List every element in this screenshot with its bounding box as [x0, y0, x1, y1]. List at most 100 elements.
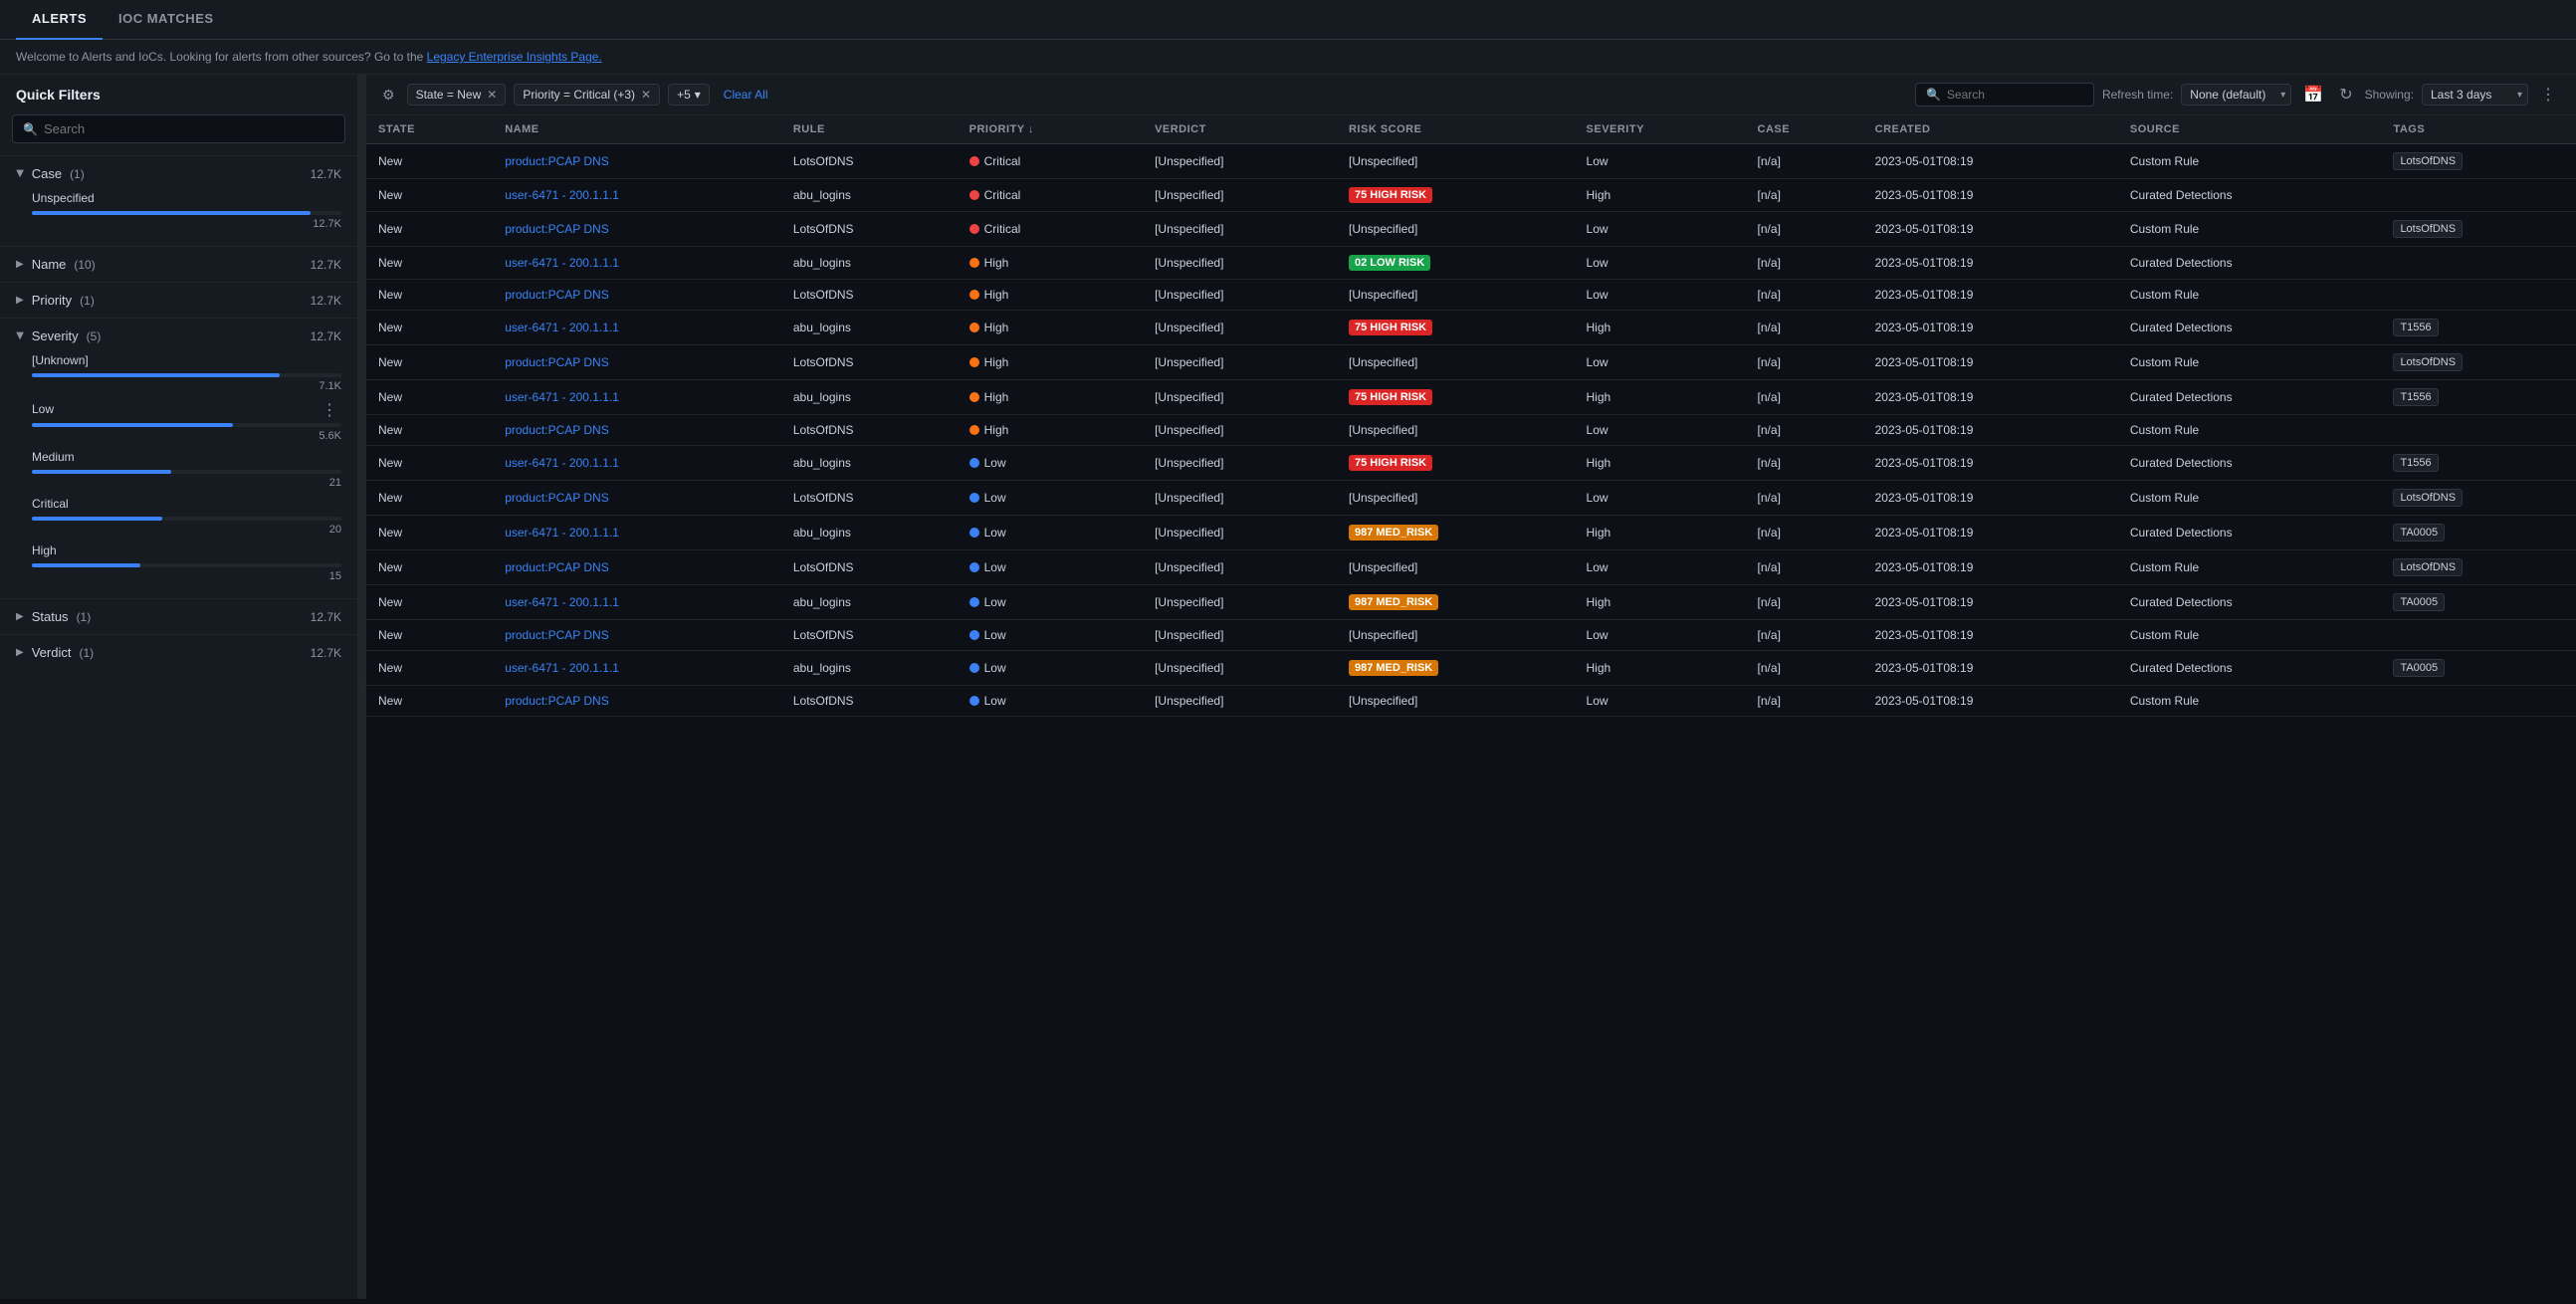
alert-name-link[interactable]: product:PCAP DNS: [505, 154, 609, 168]
more-options-icon-button[interactable]: ⋮: [2536, 83, 2560, 107]
cell-case: [n/a]: [1746, 311, 1863, 345]
cell-priority: High: [958, 311, 1143, 345]
alert-name-link[interactable]: product:PCAP DNS: [505, 222, 609, 236]
alert-name-link[interactable]: product:PCAP DNS: [505, 423, 609, 437]
alert-name-link[interactable]: product:PCAP DNS: [505, 694, 609, 708]
priority-dot-icon: [969, 458, 979, 468]
alert-name-link[interactable]: user-6471 - 200.1.1.1: [505, 526, 619, 540]
calendar-icon-button[interactable]: 📅: [2299, 83, 2327, 107]
clear-all-button[interactable]: Clear All: [718, 85, 774, 105]
cell-tags: [2381, 686, 2576, 717]
alert-name-link[interactable]: product:PCAP DNS: [505, 628, 609, 642]
cell-created: 2023-05-01T08:19: [1863, 380, 2118, 415]
filter-header-status[interactable]: ▶ Status (1) 12.7K: [0, 599, 357, 634]
filter-search-input[interactable]: [44, 121, 334, 136]
cell-risk-score: 987 MED_RISK: [1337, 585, 1575, 620]
alert-name-link[interactable]: user-6471 - 200.1.1.1: [505, 188, 619, 202]
table-row: Newproduct:PCAP DNSLotsOfDNSLow[Unspecif…: [366, 550, 2576, 585]
alert-name-link[interactable]: user-6471 - 200.1.1.1: [505, 256, 619, 270]
cell-tags: [2381, 280, 2576, 311]
filter-header-verdict[interactable]: ▶ Verdict (1) 12.7K: [0, 635, 357, 670]
cell-case: [n/a]: [1746, 550, 1863, 585]
cell-source: Curated Detections: [2118, 446, 2382, 481]
cell-name[interactable]: product:PCAP DNS: [493, 212, 781, 247]
cell-name[interactable]: product:PCAP DNS: [493, 280, 781, 311]
cell-name[interactable]: user-6471 - 200.1.1.1: [493, 446, 781, 481]
priority-dot-icon: [969, 224, 979, 234]
col-header-state[interactable]: STATE: [366, 115, 493, 144]
alert-name-link[interactable]: user-6471 - 200.1.1.1: [505, 321, 619, 334]
cell-name[interactable]: product:PCAP DNS: [493, 481, 781, 516]
cell-verdict: [Unspecified]: [1143, 651, 1337, 686]
alert-name-link[interactable]: product:PCAP DNS: [505, 288, 609, 302]
cell-state: New: [366, 686, 493, 717]
progress-bar-unspecified-fill: [32, 211, 311, 215]
cell-state: New: [366, 415, 493, 446]
priority-text: Low: [984, 456, 1006, 470]
cell-state: New: [366, 345, 493, 380]
col-header-severity[interactable]: SEVERITY: [1575, 115, 1746, 144]
more-options-low[interactable]: ⋮: [318, 400, 341, 420]
cell-name[interactable]: product:PCAP DNS: [493, 550, 781, 585]
refresh-icon-button[interactable]: ↻: [2335, 83, 2356, 107]
col-header-rule[interactable]: RULE: [781, 115, 958, 144]
showing-select[interactable]: Last 3 days Last 24 hours Last 7 days La…: [2422, 84, 2528, 106]
cell-name[interactable]: user-6471 - 200.1.1.1: [493, 380, 781, 415]
welcome-text: Welcome to Alerts and IoCs. Looking for …: [16, 50, 427, 64]
filter-label-verdict: Verdict: [32, 645, 72, 660]
cell-name[interactable]: user-6471 - 200.1.1.1: [493, 651, 781, 686]
col-header-case[interactable]: CASE: [1746, 115, 1863, 144]
cell-name[interactable]: user-6471 - 200.1.1.1: [493, 179, 781, 212]
cell-name[interactable]: user-6471 - 200.1.1.1: [493, 516, 781, 550]
cell-name[interactable]: product:PCAP DNS: [493, 686, 781, 717]
cell-state: New: [366, 516, 493, 550]
cell-state: New: [366, 446, 493, 481]
filter-header-case[interactable]: ▶ Case (1) 12.7K: [0, 156, 357, 191]
more-filters-button[interactable]: +5 ▾: [668, 84, 710, 106]
filter-tag-state-remove[interactable]: ✕: [487, 88, 497, 102]
alert-name-link[interactable]: user-6471 - 200.1.1.1: [505, 390, 619, 404]
cell-case: [n/a]: [1746, 247, 1863, 280]
cell-name[interactable]: user-6471 - 200.1.1.1: [493, 585, 781, 620]
cell-name[interactable]: user-6471 - 200.1.1.1: [493, 311, 781, 345]
cell-name[interactable]: product:PCAP DNS: [493, 144, 781, 179]
alert-name-link[interactable]: user-6471 - 200.1.1.1: [505, 595, 619, 609]
col-header-risk-score[interactable]: RISK SCORE: [1337, 115, 1575, 144]
search-input[interactable]: [1947, 88, 2083, 102]
filter-header-priority[interactable]: ▶ Priority (1) 12.7K: [0, 283, 357, 318]
filter-tag-priority-remove[interactable]: ✕: [641, 88, 651, 102]
alert-name-link[interactable]: user-6471 - 200.1.1.1: [505, 456, 619, 470]
col-header-priority[interactable]: PRIORITY ↓: [958, 115, 1143, 144]
alert-name-link[interactable]: product:PCAP DNS: [505, 355, 609, 369]
alert-name-link[interactable]: product:PCAP DNS: [505, 491, 609, 505]
filter-header-severity[interactable]: ▶ Severity (5) 12.7K: [0, 319, 357, 353]
tab-ioc-matches[interactable]: IOC MATCHES: [103, 0, 230, 40]
chevron-icon-name: ▶: [16, 259, 24, 270]
col-header-source[interactable]: SOURCE: [2118, 115, 2382, 144]
filter-item-low-row: Low ⋮: [32, 400, 341, 420]
col-header-created[interactable]: CREATED: [1863, 115, 2118, 144]
filter-section-case: ▶ Case (1) 12.7K Unspecified 12.7K: [0, 155, 357, 246]
showing-select-wrapper: Last 3 days Last 24 hours Last 7 days La…: [2422, 84, 2528, 106]
filter-header-name[interactable]: ▶ Name (10) 12.7K: [0, 247, 357, 282]
filter-header-priority-left: ▶ Priority (1): [16, 293, 95, 308]
cell-name[interactable]: product:PCAP DNS: [493, 415, 781, 446]
cell-name[interactable]: user-6471 - 200.1.1.1: [493, 247, 781, 280]
search-box[interactable]: 🔍: [1915, 83, 2094, 107]
cell-name[interactable]: product:PCAP DNS: [493, 345, 781, 380]
table-row: Newuser-6471 - 200.1.1.1abu_loginsLow[Un…: [366, 446, 2576, 481]
cell-name[interactable]: product:PCAP DNS: [493, 620, 781, 651]
cell-rule: abu_logins: [781, 380, 958, 415]
col-header-name[interactable]: NAME: [493, 115, 781, 144]
sidebar-resizer[interactable]: ⋮: [358, 75, 366, 1299]
alert-name-link[interactable]: user-6471 - 200.1.1.1: [505, 661, 619, 675]
refresh-select[interactable]: None (default) 30s 1m 5m: [2181, 84, 2291, 106]
legacy-insights-link[interactable]: Legacy Enterprise Insights Page.: [427, 50, 602, 64]
filter-search-box[interactable]: 🔍: [12, 114, 345, 143]
col-header-tags[interactable]: TAGS: [2381, 115, 2576, 144]
table-body: Newproduct:PCAP DNSLotsOfDNSCritical[Uns…: [366, 144, 2576, 717]
tab-alerts[interactable]: ALERTS: [16, 0, 103, 40]
cell-rule: abu_logins: [781, 311, 958, 345]
alert-name-link[interactable]: product:PCAP DNS: [505, 560, 609, 574]
col-header-verdict[interactable]: VERDICT: [1143, 115, 1337, 144]
